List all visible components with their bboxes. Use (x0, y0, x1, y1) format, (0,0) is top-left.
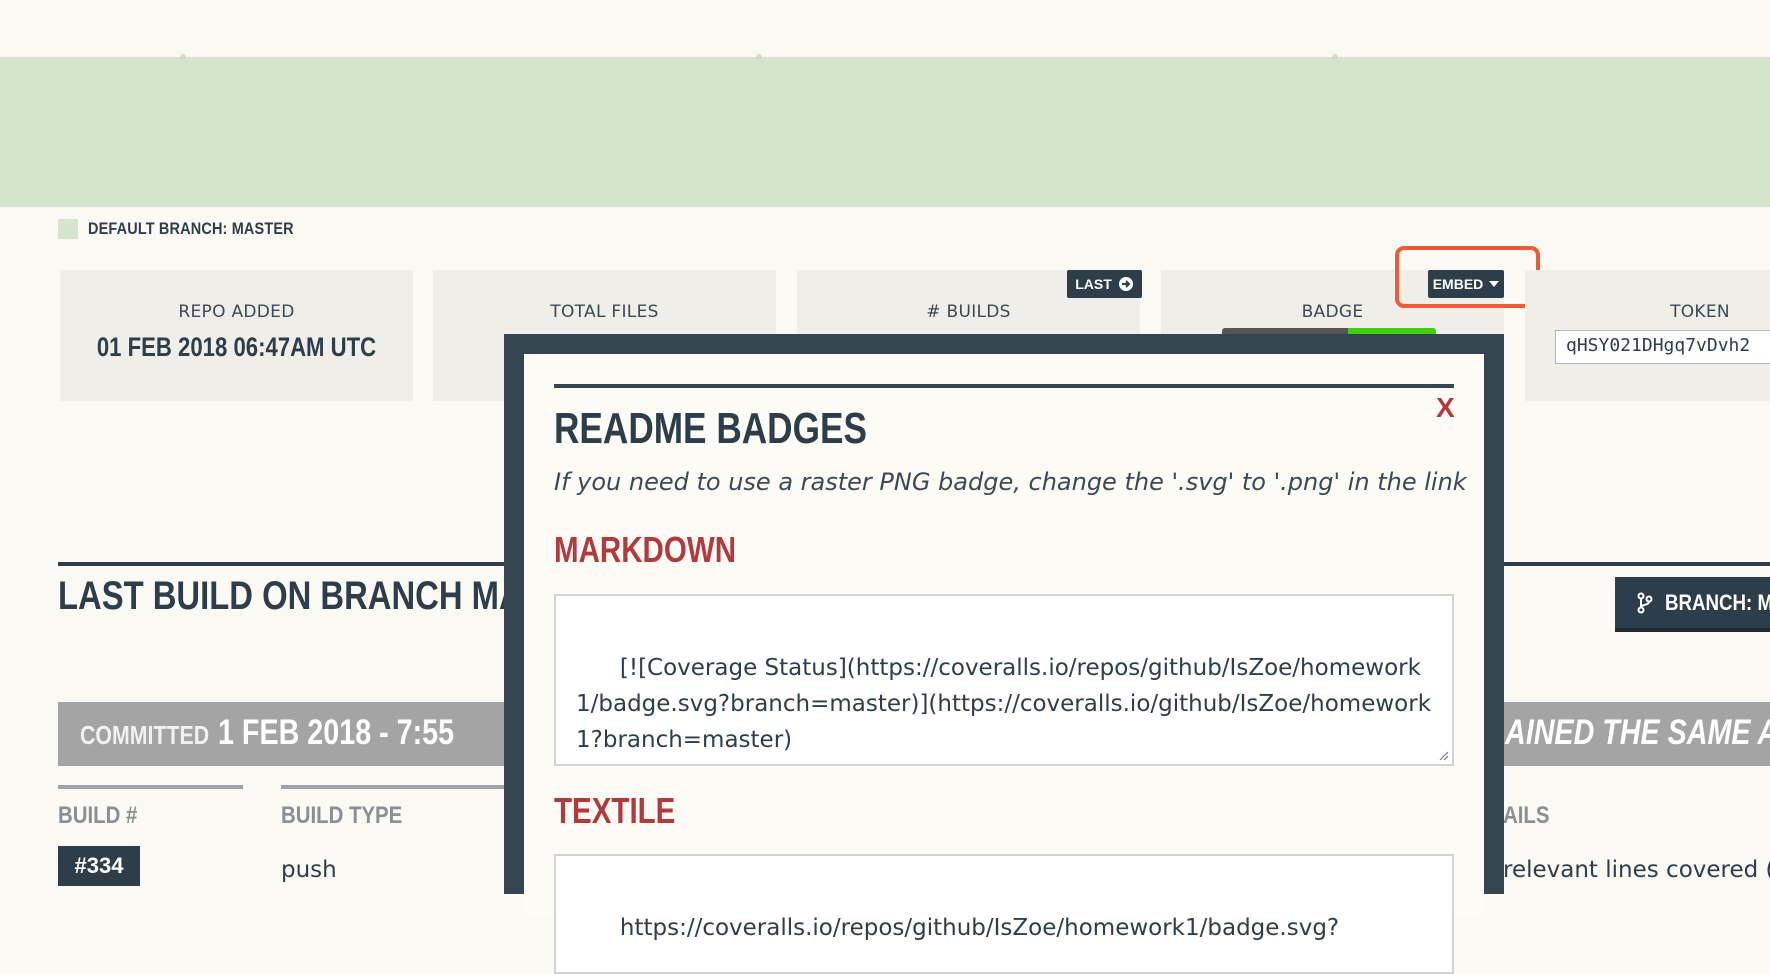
markdown-heading: MARKDOWN (554, 529, 737, 570)
embed-highlight-box (1395, 246, 1540, 308)
readme-badges-modal: README BADGES X If you need to use a ras… (504, 334, 1504, 974)
banner-dot (1332, 54, 1338, 60)
branch-button-label: BRANCH: M (1665, 589, 1770, 615)
coverage-change-text: AINED THE SAME AT 10 (1505, 713, 1770, 752)
build-number-link[interactable]: #334 (58, 846, 140, 886)
branch-dropdown-button[interactable]: BRANCH: M (1615, 577, 1770, 632)
details-header: AILS (1503, 802, 1550, 829)
branch-color-swatch (58, 219, 78, 239)
git-branch-icon (1637, 592, 1653, 613)
last-build-button[interactable]: LAST (1067, 270, 1142, 298)
build-number-header: BUILD # (58, 802, 138, 829)
modal-top-rule (554, 384, 1454, 388)
modal-content: README BADGES X If you need to use a ras… (524, 354, 1484, 974)
total-files-label: TOTAL FILES (550, 302, 659, 322)
close-button[interactable]: X (1436, 392, 1455, 424)
markdown-code-text: [![Coverage Status](https://coveralls.io… (576, 655, 1432, 753)
modal-title: README BADGES (554, 404, 867, 453)
banner-dot (180, 54, 186, 60)
build-type-value: push (281, 857, 337, 883)
column-rule (281, 785, 521, 789)
header-banner (0, 54, 1770, 207)
last-button-label: LAST (1075, 276, 1112, 292)
markdown-code-textarea[interactable]: [![Coverage Status](https://coveralls.io… (554, 594, 1454, 766)
last-build-heading: LAST BUILD ON BRANCH MA (58, 574, 523, 618)
repo-token-field[interactable]: qHSY021DHgq7vDvh2 (1555, 330, 1770, 364)
default-branch-label: DEFAULT BRANCH: MASTER (88, 219, 294, 238)
arrow-circle-right-icon (1118, 277, 1133, 291)
resize-grip-icon[interactable] (1437, 749, 1449, 761)
committed-date: 1 FEB 2018 - 7:55 (218, 713, 455, 752)
repo-added-card: REPO ADDED 01 FEB 2018 06:47AM UTC (60, 270, 413, 401)
builds-label: # BUILDS (926, 302, 1011, 322)
build-details-value: relevant lines covered (1 (1503, 857, 1770, 883)
build-type-header: BUILD TYPE (281, 802, 403, 829)
banner-dot (756, 54, 762, 60)
textile-heading: TEXTILE (554, 790, 676, 831)
modal-note: If you need to use a raster PNG badge, c… (554, 468, 1467, 496)
textile-code-text: https://coveralls.io/repos/github/IsZoe/… (619, 915, 1340, 941)
token-label: TOKEN (1670, 302, 1730, 322)
column-rule (58, 785, 243, 789)
repo-added-value: 01 FEB 2018 06:47AM UTC (96, 332, 377, 362)
repo-added-label: REPO ADDED (178, 302, 295, 322)
committed-label: COMMITTED (80, 720, 210, 750)
textile-code-textarea[interactable]: https://coveralls.io/repos/github/IsZoe/… (554, 854, 1454, 974)
default-branch-row: DEFAULT BRANCH: MASTER (58, 219, 330, 239)
